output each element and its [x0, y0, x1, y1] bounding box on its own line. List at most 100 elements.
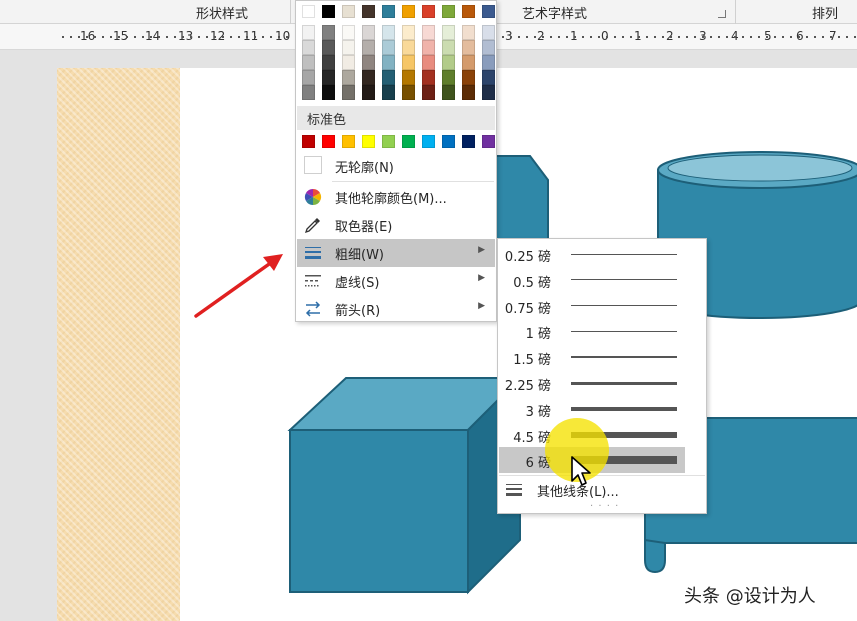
- standard-color-swatch[interactable]: [322, 135, 335, 148]
- eyedropper-label: 取色器(E): [335, 220, 393, 235]
- theme-color-swatch[interactable]: [402, 5, 415, 18]
- theme-color-shade-swatch[interactable]: [442, 25, 455, 40]
- theme-color-shade-swatch[interactable]: [422, 25, 435, 40]
- weight-option-line-sample: [571, 356, 677, 359]
- theme-color-shade-swatch[interactable]: [342, 85, 355, 100]
- eyedropper-item[interactable]: 取色器(E): [297, 211, 495, 239]
- no-outline-item[interactable]: 无轮廓(N): [297, 152, 495, 180]
- theme-color-shade-swatch[interactable]: [362, 25, 375, 40]
- line-weight-submenu: 0.25 磅 0.5 磅 0.75 磅1 磅 1.5 磅 2.25 磅3 磅 4.5 磅6…: [497, 238, 707, 514]
- theme-color-shade-swatch[interactable]: [342, 70, 355, 85]
- weight-option-line-sample: [571, 406, 677, 411]
- weight-option[interactable]: 0.5 磅: [499, 267, 705, 293]
- theme-color-shade-swatch[interactable]: [302, 40, 315, 55]
- theme-color-shade-swatch[interactable]: [322, 85, 335, 100]
- weight-item[interactable]: 粗细(W) ▶: [297, 239, 495, 267]
- cube-shape[interactable]: [287, 375, 523, 595]
- theme-color-shade-swatch[interactable]: [462, 55, 475, 70]
- standard-color-swatch[interactable]: [342, 135, 355, 148]
- weight-option[interactable]: 3 磅: [499, 396, 705, 422]
- weight-option-label: 0.75 磅: [504, 301, 551, 317]
- theme-color-swatch[interactable]: [302, 5, 315, 18]
- standard-color-swatch[interactable]: [362, 135, 375, 148]
- theme-color-shade-swatch[interactable]: [482, 70, 495, 85]
- theme-color-shade-swatch[interactable]: [342, 55, 355, 70]
- weight-option-label: 1.5 磅: [513, 353, 551, 369]
- theme-color-shade-swatch[interactable]: [422, 40, 435, 55]
- theme-color-shade-swatch[interactable]: [302, 25, 315, 40]
- theme-color-shade-swatch[interactable]: [402, 40, 415, 55]
- weight-option[interactable]: 2.25 磅: [499, 370, 705, 396]
- weight-option[interactable]: 1 磅: [499, 318, 705, 344]
- resize-grip-icon[interactable]: · · · ·: [590, 501, 619, 512]
- theme-color-swatch[interactable]: [382, 5, 395, 18]
- theme-color-shade-swatch[interactable]: [422, 85, 435, 100]
- arrows-icon: [305, 301, 321, 317]
- theme-color-shade-swatch[interactable]: [482, 40, 495, 55]
- theme-color-shade-swatch[interactable]: [322, 25, 335, 40]
- theme-color-shade-swatch[interactable]: [402, 85, 415, 100]
- weight-option[interactable]: 1.5 磅: [499, 344, 705, 370]
- standard-color-swatch[interactable]: [402, 135, 415, 148]
- theme-color-shade-swatch[interactable]: [382, 25, 395, 40]
- theme-color-swatch[interactable]: [422, 5, 435, 18]
- annotation-arrow: [194, 254, 283, 318]
- theme-color-shade-swatch[interactable]: [482, 25, 495, 40]
- theme-color-shade-swatch[interactable]: [322, 40, 335, 55]
- theme-color-shade-swatch[interactable]: [382, 55, 395, 70]
- theme-color-swatch[interactable]: [442, 5, 455, 18]
- menu-divider: [332, 181, 494, 182]
- theme-color-shade-swatch[interactable]: [462, 40, 475, 55]
- theme-color-shade-swatch[interactable]: [362, 40, 375, 55]
- no-outline-icon: [304, 156, 322, 174]
- weight-option[interactable]: 0.25 磅: [499, 241, 705, 267]
- dashes-item[interactable]: 虚线(S) ▶: [297, 267, 495, 295]
- theme-color-shade-swatch[interactable]: [402, 55, 415, 70]
- more-outline-colors-item[interactable]: 其他轮廓颜色(M)...: [297, 183, 495, 211]
- theme-color-shade-swatch[interactable]: [382, 70, 395, 85]
- submenu-arrow-icon: ▶: [478, 245, 485, 255]
- theme-color-shade-swatch[interactable]: [302, 55, 315, 70]
- theme-color-swatch[interactable]: [362, 5, 375, 18]
- theme-color-shade-swatch[interactable]: [422, 70, 435, 85]
- theme-color-shade-swatch[interactable]: [362, 85, 375, 100]
- theme-color-shade-swatch[interactable]: [382, 85, 395, 100]
- theme-color-swatch[interactable]: [482, 5, 495, 18]
- theme-color-shade-swatch[interactable]: [482, 55, 495, 70]
- standard-color-swatch[interactable]: [382, 135, 395, 148]
- theme-color-shade-swatch[interactable]: [382, 40, 395, 55]
- standard-color-swatch[interactable]: [462, 135, 475, 148]
- theme-color-shade-swatch[interactable]: [362, 55, 375, 70]
- arrows-item[interactable]: 箭头(R) ▶: [297, 295, 495, 323]
- outline-color-menu: 标准色 无轮廓(N) 其他轮廓颜色(M)... 取色器(E) 粗细(W) ▶ 虚…: [295, 0, 497, 322]
- standard-color-swatch[interactable]: [302, 135, 315, 148]
- theme-color-shade-swatch[interactable]: [442, 70, 455, 85]
- theme-color-shade-swatch[interactable]: [402, 70, 415, 85]
- theme-color-shade-swatch[interactable]: [442, 85, 455, 100]
- more-lines-item[interactable]: 其他线条(L)...: [499, 477, 705, 503]
- theme-color-shade-swatch[interactable]: [462, 25, 475, 40]
- theme-color-shade-swatch[interactable]: [322, 55, 335, 70]
- theme-color-swatch[interactable]: [462, 5, 475, 18]
- theme-color-shade-swatch[interactable]: [482, 85, 495, 100]
- standard-color-swatch[interactable]: [482, 135, 495, 148]
- theme-color-shade-swatch[interactable]: [402, 25, 415, 40]
- weight-option-line-sample: [571, 253, 677, 255]
- theme-color-shade-swatch[interactable]: [462, 70, 475, 85]
- theme-color-shade-swatch[interactable]: [342, 25, 355, 40]
- theme-color-shade-swatch[interactable]: [362, 70, 375, 85]
- theme-color-shade-swatch[interactable]: [442, 40, 455, 55]
- theme-color-shade-swatch[interactable]: [302, 85, 315, 100]
- theme-color-shade-swatch[interactable]: [442, 55, 455, 70]
- standard-color-swatch[interactable]: [422, 135, 435, 148]
- mouse-pointer-icon: [571, 456, 591, 486]
- theme-color-swatch[interactable]: [322, 5, 335, 18]
- theme-color-swatch[interactable]: [342, 5, 355, 18]
- weight-option[interactable]: 0.75 磅: [499, 293, 705, 319]
- theme-color-shade-swatch[interactable]: [422, 55, 435, 70]
- theme-color-shade-swatch[interactable]: [462, 85, 475, 100]
- theme-color-shade-swatch[interactable]: [302, 70, 315, 85]
- standard-color-swatch[interactable]: [442, 135, 455, 148]
- theme-color-shade-swatch[interactable]: [342, 40, 355, 55]
- theme-color-shade-swatch[interactable]: [322, 70, 335, 85]
